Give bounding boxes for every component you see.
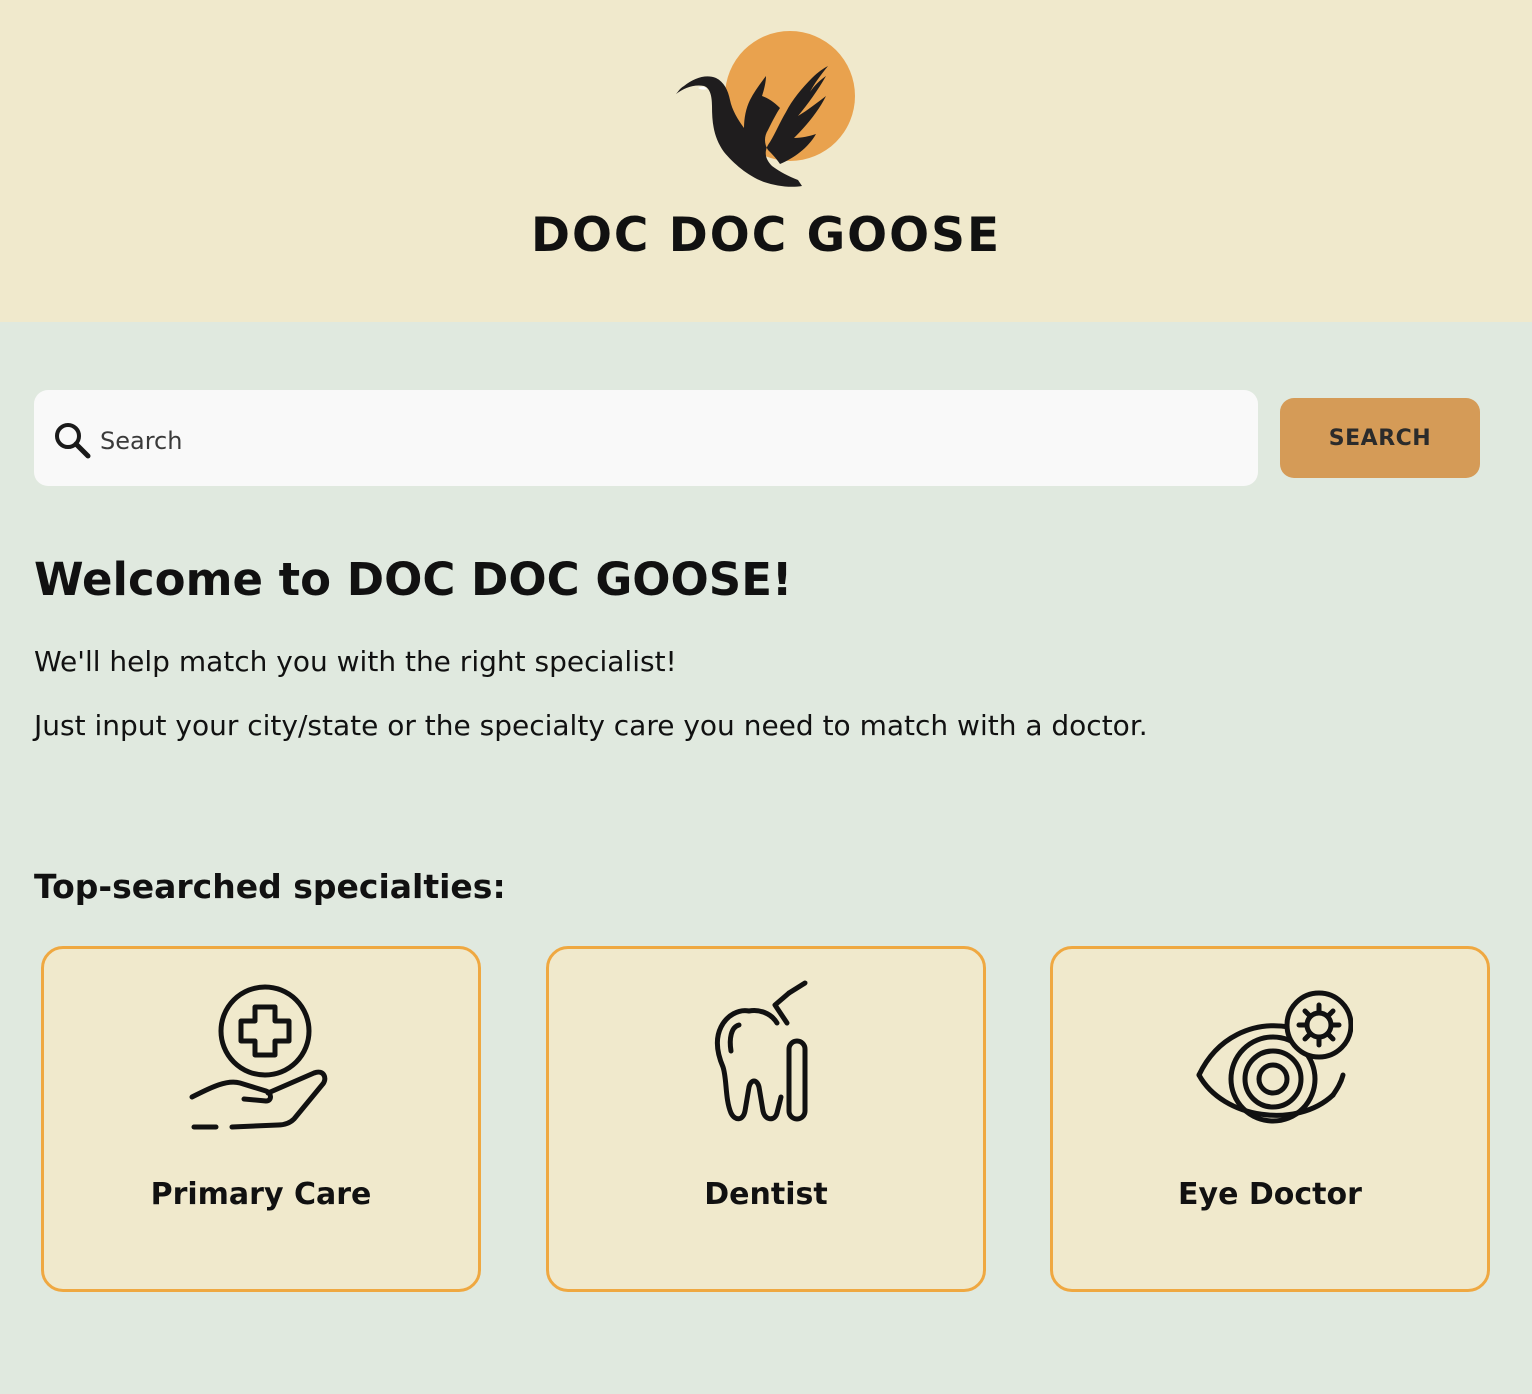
goose-sun-logo[interactable] (668, 26, 864, 196)
search-icon (55, 423, 91, 459)
specialty-label: Dentist (704, 1177, 828, 1212)
brand-title[interactable]: DOC DOC GOOSE (0, 206, 1532, 266)
specialties-heading: Top-searched specialties: (34, 867, 506, 906)
tooth-icon (714, 980, 808, 1122)
eye-lens-icon (1196, 990, 1353, 1124)
specialty-card-dentist[interactable]: Dentist (546, 946, 986, 1292)
logo-goose-cheek (698, 86, 707, 90)
welcome-title: Welcome to DOC DOC GOOSE! (34, 553, 793, 606)
search-input[interactable] (100, 413, 1240, 469)
specialty-label: Eye Doctor (1178, 1177, 1362, 1212)
search-button[interactable]: SEARCH (1280, 398, 1480, 478)
site-header: DOC DOC GOOSE (0, 0, 1532, 322)
specialty-card-primary-care[interactable]: Primary Care (41, 946, 481, 1292)
intro-text-instructions: Just input your city/state or the specia… (34, 709, 1148, 742)
medical-hand-icon (189, 984, 328, 1130)
intro-text-match: We'll help match you with the right spec… (34, 645, 677, 678)
specialty-label: Primary Care (150, 1177, 372, 1212)
specialty-card-eye-doctor[interactable]: Eye Doctor (1050, 946, 1490, 1292)
